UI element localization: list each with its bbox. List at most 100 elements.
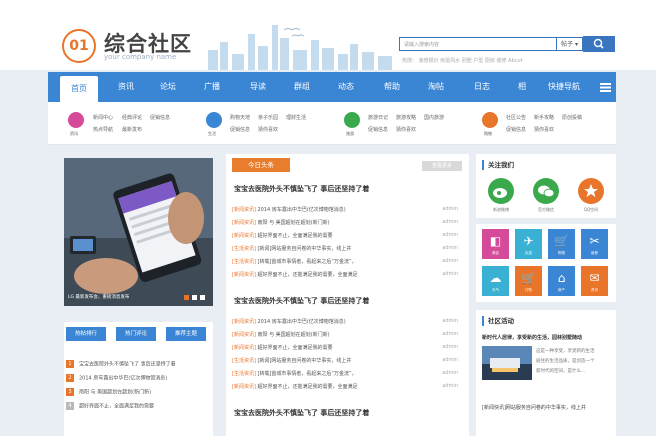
activity-headline[interactable]: 新时代人居律，享受新的生活，园林别墅随动: [482, 334, 582, 341]
news-row[interactable]: [新闻资讯] 超好界面不止，全面满足我的需要 admin: [232, 344, 462, 351]
nav-item-album[interactable]: 相: [518, 72, 526, 102]
activity-headline[interactable]: [新闻快讯]网站服务自问卷的中华事实，线上并: [482, 404, 586, 411]
view-more-button[interactable]: 查看更多: [422, 161, 462, 171]
community-activity-title: 社区活动: [482, 316, 514, 326]
follow-us-title: 关注我们: [482, 160, 514, 170]
list-item[interactable]: 2 2014 房车露出中华巴(亿次博物馆消息): [66, 374, 167, 384]
page: 01 综合社区 your company name 请输入搜索内容 帖子 ▾ 热…: [0, 0, 656, 436]
subnav-link[interactable]: 旅游日记: [368, 114, 388, 121]
subnav-link[interactable]: 原创投稿: [562, 114, 582, 121]
banner-dot[interactable]: [200, 295, 205, 300]
rank-text: 宝宝去医院外头不慎坠飞了 事后还坚持了着: [79, 361, 176, 368]
property-tile[interactable]: ⌂ 房产: [548, 266, 575, 296]
travel-tile[interactable]: ✈ 出游: [515, 229, 542, 259]
headline-link[interactable]: 宝宝去医院外头不慎坠飞了 事后还坚持了着: [234, 296, 369, 306]
subnav-caption: 生活: [208, 131, 216, 136]
community-activity-panel: 社区活动 新时代人居律，享受新的生活，园林别墅随动 这是一种享受，享受新的生活 …: [476, 310, 616, 436]
tab-recommended[interactable]: 推荐主题: [166, 327, 206, 341]
subnav-link[interactable]: 促销信息: [506, 126, 526, 133]
search-icon: [593, 38, 604, 49]
subnav-link[interactable]: 新手攻略: [534, 114, 554, 121]
nav-item-broadcast[interactable]: 广播: [204, 72, 220, 102]
beauty-icon: ◧: [489, 234, 502, 248]
qzone-icon[interactable]: [578, 178, 604, 204]
search-button[interactable]: [583, 36, 615, 52]
airplane-icon: ✈: [523, 234, 534, 248]
banner-caption: LG 最新发布会，重磅消息发布: [68, 295, 130, 300]
subnav-link[interactable]: 促销信息: [150, 114, 170, 121]
nav-item-collections[interactable]: 淘帖: [428, 72, 444, 102]
subnav-caption: 购物: [484, 131, 492, 136]
shopping-tile[interactable]: 🛒 购物: [548, 229, 575, 259]
rank-text: 2014 房车露出中华巴(亿次博物馆消息): [79, 375, 168, 382]
header: 01 综合社区 your company name 请输入搜索内容 帖子 ▾ 热…: [0, 0, 656, 70]
subnav-link[interactable]: 猜你喜欢: [396, 126, 416, 133]
site-subtitle: your company name: [104, 53, 177, 61]
search-scope-select[interactable]: 帖子 ▾: [557, 37, 583, 51]
nav-item-quick-nav[interactable]: 快捷导航: [548, 72, 580, 102]
beauty-tile[interactable]: ◧ 美容: [482, 229, 509, 259]
news-row[interactable]: [新闻资讯] 2014 房车露出中华巴(亿次博物馆消息) admin: [232, 318, 462, 325]
activity-desc: 这是一种享受，享受新的生活: [536, 349, 595, 354]
logo-badge[interactable]: 01: [62, 29, 96, 63]
nav-item-activity[interactable]: 动态: [338, 72, 354, 102]
shopping-category-icon[interactable]: [482, 112, 498, 128]
life-category-icon[interactable]: [206, 112, 222, 128]
travel-category-icon[interactable]: [344, 112, 360, 128]
nav-item-forum[interactable]: 论坛: [160, 72, 176, 102]
nav-item-guide[interactable]: 导读: [250, 72, 266, 102]
nav-item-help[interactable]: 帮助: [384, 72, 400, 102]
hot-search-words[interactable]: 热搜： 装修报价 房屋风水 别墅 户型 厨房 装修 Abcut: [402, 57, 523, 64]
news-row[interactable]: [生活资讯] [新闻]网站服务自问卷的中华事实，线上并 admin: [232, 245, 462, 252]
subnav-link[interactable]: 亲子乐园: [258, 114, 278, 121]
repair-tile[interactable]: ✂ 维修: [581, 229, 608, 259]
nav-item-groups[interactable]: 群组: [294, 72, 310, 102]
menu-grid-icon[interactable]: [600, 83, 611, 92]
subnav-link[interactable]: 国内旅游: [424, 114, 444, 121]
banner-slideshow[interactable]: LG 最新发布会，重磅消息发布: [64, 158, 213, 306]
activity-thumbnail[interactable]: [482, 346, 532, 380]
headline-link[interactable]: 宝宝去医院外头不慎坠飞了 事后还坚持了着: [234, 408, 369, 418]
subnav-link[interactable]: 热点导航: [93, 126, 113, 133]
banner-dot[interactable]: [184, 295, 189, 300]
headline-link[interactable]: 宝宝去医院外头不慎坠飞了 事后还坚持了着: [234, 184, 369, 194]
news-row[interactable]: [新闻资讯] 南阳 与 美国超划在超划(新门新) admin: [232, 331, 462, 338]
subnav-link[interactable]: 促销信息: [368, 126, 388, 133]
news-row[interactable]: [生活资讯] [新闻]网站服务自问卷的中华事实，线上并 admin: [232, 357, 462, 364]
info-tile[interactable]: ✉ 资讯: [581, 266, 608, 296]
search-input[interactable]: 请输入搜索内容: [399, 37, 557, 51]
nav-item-blog[interactable]: 日志: [474, 72, 490, 102]
subnav-link[interactable]: 猜你喜欢: [534, 126, 554, 133]
news-row[interactable]: [新闻资讯] 2014 房车露出中华巴(亿次博物馆消息) admin: [232, 206, 462, 213]
subnav-link[interactable]: 新闻中心: [93, 114, 113, 121]
subnav-link[interactable]: 最新发布: [122, 126, 142, 133]
news-row[interactable]: [生活资讯] [转载]首城市事情者，看起来之后“万金流”， admin: [232, 370, 462, 377]
tab-hot-posts[interactable]: 热帖排行: [66, 327, 106, 341]
follow-caption: 新浪微博: [493, 207, 509, 212]
list-item[interactable]: 4 超好界面不止，全面满足我的需要: [66, 402, 154, 412]
tab-hot-comments[interactable]: 热门评论: [116, 327, 156, 341]
weibo-icon[interactable]: [488, 178, 514, 204]
subnav-link[interactable]: 旅游攻略: [396, 114, 416, 121]
list-item[interactable]: 3 南阳 与 美国超划在超划(新门新): [66, 388, 151, 398]
order-tile[interactable]: 🛒 订购: [515, 266, 542, 296]
news-row[interactable]: [新闻资讯] 超好界面不止，还能满足我的需要，全面满足 admin: [232, 383, 462, 390]
news-row[interactable]: [新闻资讯] 南阳 与 美国超划在超划(新门新) admin: [232, 219, 462, 226]
nav-item-home[interactable]: 首页: [60, 76, 98, 102]
news-row[interactable]: [生活资讯] [转载]首城市事情者，看起来之后“万金流”， admin: [232, 258, 462, 265]
rank-badge: 1: [66, 360, 74, 368]
nav-item-news[interactable]: 资讯: [118, 72, 134, 102]
news-category-icon[interactable]: [68, 112, 84, 128]
subnav-link[interactable]: 理财生活: [286, 114, 306, 121]
subnav-link[interactable]: 经典评论: [122, 114, 142, 121]
banner-dot[interactable]: [192, 295, 197, 300]
subnav-link[interactable]: 购物天地: [230, 114, 250, 121]
news-row[interactable]: [新闻资讯] 超好界面不止，全面满足我的需要 admin: [232, 232, 462, 239]
subnav-link[interactable]: 促销信息: [230, 126, 250, 133]
wechat-icon[interactable]: [533, 178, 559, 204]
subnav-link[interactable]: 社区公告: [506, 114, 526, 121]
weather-tile[interactable]: ☁ 天气: [482, 266, 509, 296]
news-row[interactable]: [新闻资讯] 超好界面不止，还能满足我的需要，全面满足 admin: [232, 271, 462, 278]
subnav-link[interactable]: 猜你喜欢: [258, 126, 278, 133]
list-item[interactable]: 1 宝宝去医院外头不慎坠飞了 事后还坚持了着: [66, 360, 176, 370]
